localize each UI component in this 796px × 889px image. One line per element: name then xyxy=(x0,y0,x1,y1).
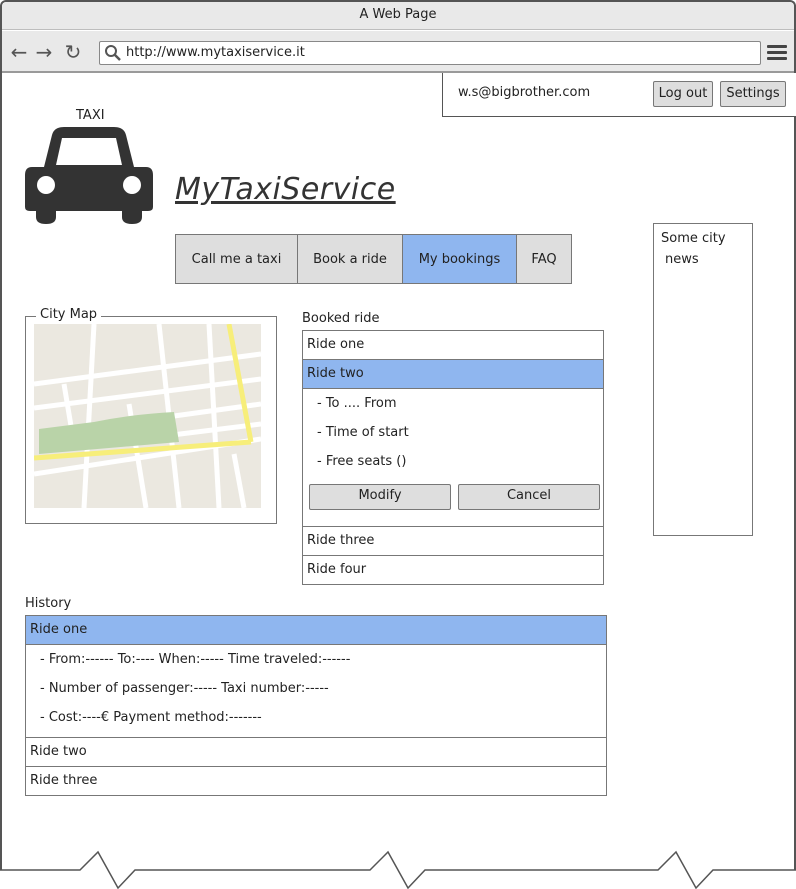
history-detail-passengers: - Number of passenger:----- Taxi number:… xyxy=(40,681,329,696)
ride-detail-free-seats: - Free seats () xyxy=(317,454,407,469)
cancel-button[interactable]: Cancel xyxy=(458,484,600,510)
history-item[interactable]: Ride three xyxy=(26,767,606,796)
news-line-1: Some city xyxy=(661,231,726,246)
back-arrow-icon[interactable]: ← xyxy=(8,40,30,64)
logout-button[interactable]: Log out xyxy=(653,81,713,107)
modify-button[interactable]: Modify xyxy=(309,484,451,510)
ride-detail-route: - To .... From xyxy=(317,396,397,411)
ride-detail-start-time: - Time of start xyxy=(317,425,409,440)
city-map-legend: City Map xyxy=(36,307,102,322)
booked-ride-item[interactable]: Ride one xyxy=(303,331,603,360)
history-list: Ride one - From:------ To:---- When:----… xyxy=(25,615,607,796)
booked-ride-item[interactable]: Ride four xyxy=(303,556,603,585)
window-title: A Web Page xyxy=(2,2,794,30)
city-map[interactable] xyxy=(34,324,261,508)
history-label: History xyxy=(25,596,72,611)
logo-caption: TAXI xyxy=(76,108,105,123)
tab-book-ride[interactable]: Book a ride xyxy=(298,235,403,283)
torn-page-edge xyxy=(0,850,796,889)
history-detail-trip: - From:------ To:---- When:----- Time tr… xyxy=(40,652,351,667)
settings-button[interactable]: Settings xyxy=(720,81,786,107)
tab-call-taxi[interactable]: Call me a taxi xyxy=(176,235,298,283)
history-detail-cost: - Cost:----€ Payment method:------- xyxy=(40,710,262,725)
booked-ride-label: Booked ride xyxy=(302,311,380,326)
main-tabs: Call me a taxi Book a ride My bookings F… xyxy=(175,234,572,284)
reload-icon[interactable]: ↻ xyxy=(62,40,84,64)
user-email: w.s@bigbrother.com xyxy=(458,85,591,100)
taxi-logo-icon xyxy=(25,127,153,224)
tab-faq[interactable]: FAQ xyxy=(517,235,571,283)
hamburger-menu-icon[interactable] xyxy=(767,43,787,63)
booked-ride-item[interactable]: Ride three xyxy=(303,527,603,556)
booked-ride-details: - To .... From - Time of start - Free se… xyxy=(303,389,603,527)
booked-ride-item-selected[interactable]: Ride two xyxy=(303,360,603,389)
history-details: - From:------ To:---- When:----- Time tr… xyxy=(26,645,606,738)
news-line-2: news xyxy=(665,252,699,267)
brand-title[interactable]: MyTaxiService xyxy=(175,172,396,207)
city-news-panel: Some city news xyxy=(653,223,753,536)
url-text[interactable]: http://www.mytaxiservice.it xyxy=(126,41,305,65)
tab-my-bookings[interactable]: My bookings xyxy=(403,235,517,283)
forward-arrow-icon[interactable]: → xyxy=(33,40,55,64)
search-icon xyxy=(105,45,121,61)
history-item-selected[interactable]: Ride one xyxy=(26,616,606,645)
booked-rides-list: Ride one Ride two - To .... From - Time … xyxy=(302,330,604,585)
history-item[interactable]: Ride two xyxy=(26,738,606,767)
